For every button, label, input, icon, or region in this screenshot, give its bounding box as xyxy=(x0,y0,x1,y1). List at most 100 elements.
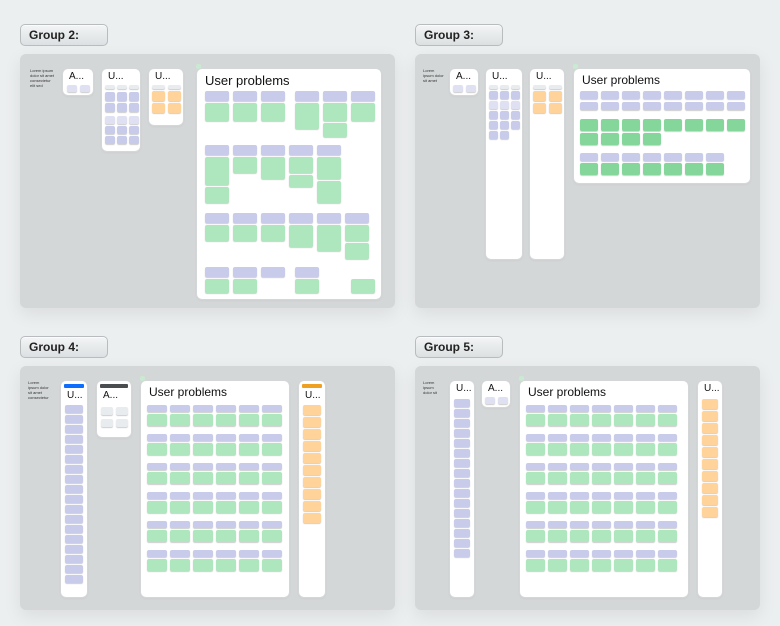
sticky[interactable] xyxy=(658,492,677,499)
sticky[interactable] xyxy=(105,103,115,112)
sticky[interactable] xyxy=(500,101,509,109)
sticky[interactable] xyxy=(216,501,236,513)
sticky[interactable] xyxy=(592,530,611,542)
sticky[interactable] xyxy=(170,414,190,426)
frame-user-problems[interactable]: User problems xyxy=(519,380,689,598)
sticky[interactable] xyxy=(489,111,498,119)
sticky[interactable] xyxy=(262,521,282,528)
sticky[interactable] xyxy=(548,530,567,542)
sticky[interactable] xyxy=(117,126,127,134)
sticky[interactable] xyxy=(216,550,236,557)
sticky[interactable] xyxy=(706,163,724,175)
sticky[interactable] xyxy=(636,463,655,470)
sticky[interactable] xyxy=(643,119,661,131)
sticky[interactable] xyxy=(147,472,167,484)
frame-a[interactable]: A... xyxy=(62,68,94,96)
sticky[interactable] xyxy=(664,153,682,161)
sticky[interactable] xyxy=(168,91,181,101)
sticky[interactable] xyxy=(658,414,677,426)
sticky[interactable] xyxy=(193,521,213,528)
sticky[interactable] xyxy=(216,472,236,484)
sticky[interactable] xyxy=(303,465,321,475)
sticky[interactable] xyxy=(261,103,285,121)
sticky[interactable] xyxy=(636,414,655,426)
sticky[interactable] xyxy=(489,91,498,99)
sticky[interactable] xyxy=(317,145,341,155)
sticky[interactable] xyxy=(614,559,633,571)
sticky[interactable] xyxy=(152,85,165,89)
sticky[interactable] xyxy=(706,119,724,131)
sticky[interactable] xyxy=(117,85,127,89)
sticky[interactable] xyxy=(351,103,375,121)
sticky[interactable] xyxy=(526,492,545,499)
sticky[interactable] xyxy=(205,267,229,277)
sticky[interactable] xyxy=(702,483,718,493)
sticky[interactable] xyxy=(570,492,589,499)
sticky[interactable] xyxy=(548,521,567,528)
sticky[interactable] xyxy=(489,101,498,109)
sticky[interactable] xyxy=(526,434,545,441)
sticky[interactable] xyxy=(580,153,598,161)
frame-user-problems[interactable]: User problems xyxy=(196,68,382,300)
sticky[interactable] xyxy=(702,459,718,469)
sticky[interactable] xyxy=(702,495,718,505)
sticky[interactable] xyxy=(622,102,640,110)
sticky[interactable] xyxy=(261,91,285,101)
sticky[interactable] xyxy=(239,405,259,412)
sticky[interactable] xyxy=(636,492,655,499)
sticky[interactable] xyxy=(489,121,498,129)
sticky[interactable] xyxy=(622,133,640,145)
sticky[interactable] xyxy=(548,559,567,571)
sticky[interactable] xyxy=(117,103,127,112)
sticky[interactable] xyxy=(65,475,83,483)
sticky[interactable] xyxy=(351,279,375,293)
sticky[interactable] xyxy=(323,123,347,137)
sticky[interactable] xyxy=(216,530,236,542)
sticky[interactable] xyxy=(216,492,236,499)
sticky[interactable] xyxy=(601,133,619,145)
sticky[interactable] xyxy=(216,463,236,470)
sticky[interactable] xyxy=(193,443,213,455)
sticky[interactable] xyxy=(454,429,470,437)
sticky[interactable] xyxy=(261,145,285,155)
sticky[interactable] xyxy=(570,414,589,426)
sticky[interactable] xyxy=(65,515,83,523)
sticky[interactable] xyxy=(466,85,476,92)
sticky[interactable] xyxy=(526,443,545,455)
sticky[interactable] xyxy=(664,163,682,175)
sticky[interactable] xyxy=(239,530,259,542)
sticky[interactable] xyxy=(303,405,321,415)
sticky[interactable] xyxy=(101,419,113,427)
sticky[interactable] xyxy=(592,550,611,557)
sticky[interactable] xyxy=(500,85,509,89)
sticky[interactable] xyxy=(193,550,213,557)
sticky[interactable] xyxy=(65,485,83,493)
sticky[interactable] xyxy=(526,414,545,426)
sticky[interactable] xyxy=(152,103,165,113)
sticky[interactable] xyxy=(147,414,167,426)
sticky[interactable] xyxy=(193,492,213,499)
sticky[interactable] xyxy=(580,119,598,131)
sticky[interactable] xyxy=(65,445,83,453)
sticky[interactable] xyxy=(233,213,257,223)
sticky[interactable] xyxy=(454,539,470,547)
sticky[interactable] xyxy=(289,145,313,155)
sticky[interactable] xyxy=(454,469,470,477)
sticky[interactable] xyxy=(533,91,546,101)
sticky[interactable] xyxy=(702,399,718,409)
sticky[interactable] xyxy=(658,443,677,455)
sticky[interactable] xyxy=(511,91,520,99)
sticky[interactable] xyxy=(317,157,341,179)
sticky[interactable] xyxy=(65,535,83,543)
sticky[interactable] xyxy=(262,434,282,441)
sticky[interactable] xyxy=(317,181,341,203)
frame-u-orange[interactable]: U... xyxy=(697,380,723,598)
sticky[interactable] xyxy=(65,435,83,443)
frame-a[interactable]: A... xyxy=(449,68,479,96)
sticky[interactable] xyxy=(303,429,321,439)
sticky[interactable] xyxy=(702,507,718,517)
sticky[interactable] xyxy=(216,434,236,441)
sticky[interactable] xyxy=(239,559,259,571)
sticky[interactable] xyxy=(239,521,259,528)
sticky[interactable] xyxy=(289,225,313,247)
